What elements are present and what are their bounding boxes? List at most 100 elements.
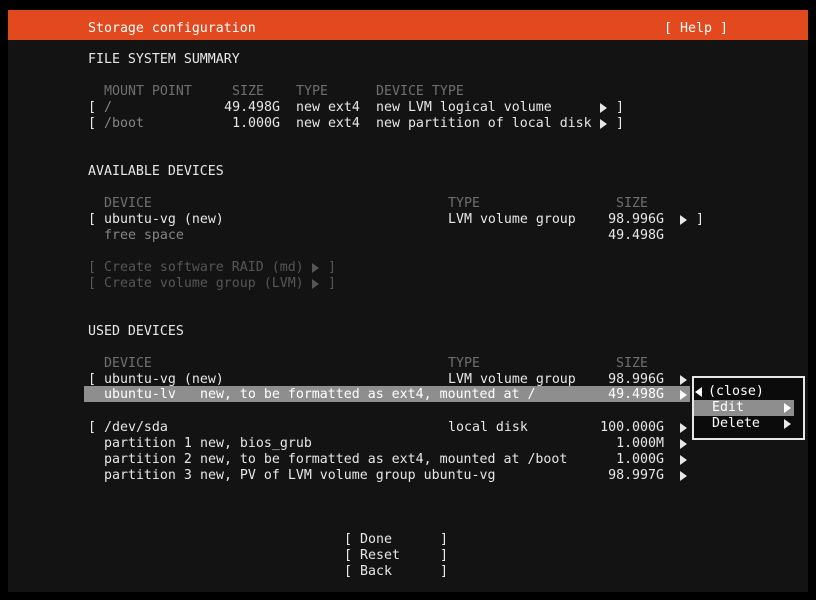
bracket-open: [: [88, 276, 96, 292]
menu-item-close[interactable]: (close): [694, 384, 794, 400]
bracket-close: ]: [440, 564, 448, 580]
back-button[interactable]: [ Back ]: [344, 564, 448, 580]
available-header-row: DEVICE TYPE SIZE: [0, 196, 816, 212]
section-title-fs-summary: FILE SYSTEM SUMMARY: [88, 52, 240, 68]
column-header-size: SIZE: [616, 356, 648, 372]
menu-item-edit[interactable]: Edit: [694, 400, 794, 416]
column-header-type: TYPE: [448, 196, 480, 212]
size-cell: 49.498G: [584, 387, 664, 403]
bracket-close: ]: [616, 100, 624, 116]
bracket-close: ]: [328, 276, 336, 292]
back-button-label: Back: [360, 564, 392, 580]
mount-point: /: [104, 100, 112, 116]
device-cell: ubuntu-vg (new): [104, 212, 224, 228]
bracket-close: ]: [440, 548, 448, 564]
expand-arrow-icon: [680, 390, 687, 400]
fs-row-root[interactable]: [ / 49.498G new ext4 new LVM logical vol…: [0, 100, 816, 116]
done-button-label: Done: [360, 532, 392, 548]
column-header-size: SIZE: [232, 84, 264, 100]
expand-arrow-icon: [680, 439, 687, 449]
expand-arrow-icon: [680, 375, 687, 385]
size-cell: 1.000G: [584, 452, 664, 468]
action-create-raid: [ Create software RAID (md) ]: [0, 260, 816, 276]
fs-summary-header-row: MOUNT POINT SIZE TYPE DEVICE TYPE: [0, 84, 816, 100]
description-cell: new, to be formatted as ext4, mounted at…: [200, 387, 535, 403]
available-row-free-space[interactable]: free space 49.498G: [0, 228, 816, 244]
menu-item-delete[interactable]: Delete: [694, 416, 794, 432]
page-title: Storage configuration: [88, 21, 256, 37]
expand-arrow-icon: [680, 471, 687, 481]
size-cell: 100.000G: [584, 420, 664, 436]
size-cell: 98.996G: [584, 212, 664, 228]
column-header-device: DEVICE: [104, 356, 152, 372]
submenu-arrow-icon: [784, 419, 791, 429]
bracket-open: [: [88, 420, 96, 436]
used-row-partition-2[interactable]: partition 2 new, to be formatted as ext4…: [0, 452, 816, 468]
bracket-close: ]: [720, 21, 728, 37]
bracket-close: ]: [696, 212, 704, 228]
bracket-open: [: [88, 100, 96, 116]
expand-arrow-icon: [600, 103, 607, 113]
size-cell: 98.997G: [584, 468, 664, 484]
fs-row-boot[interactable]: [ /boot 1.000G new ext4 new partition of…: [0, 116, 816, 132]
device-type-cell: new LVM logical volume: [376, 100, 552, 116]
reset-button-label: Reset: [360, 548, 400, 564]
bracket-open: [: [664, 21, 672, 37]
bracket-open: [: [88, 116, 96, 132]
bracket-open: [: [344, 564, 352, 580]
type-cell: LVM volume group: [448, 212, 576, 228]
menu-item-label: (close): [708, 384, 764, 400]
used-header-row: DEVICE TYPE SIZE: [0, 356, 816, 372]
column-header-device-type: DEVICE TYPE: [376, 84, 464, 100]
device-cell: /dev/sda: [104, 420, 168, 436]
help-button-label: Help: [680, 21, 712, 37]
device-cell: partition 2: [104, 452, 192, 468]
action-create-lvm: [ Create volume group (LVM) ]: [0, 276, 816, 292]
column-header-type: TYPE: [448, 356, 480, 372]
help-button[interactable]: [ Help ]: [664, 21, 728, 37]
menu-item-label: Edit: [712, 400, 744, 416]
installer-window: Storage configuration [ Help ] FILE SYST…: [0, 0, 816, 600]
bracket-open: [: [88, 260, 96, 276]
expand-arrow-icon: [680, 215, 687, 225]
type-cell: new ext4: [296, 100, 360, 116]
expand-arrow-icon: [680, 455, 687, 465]
type-cell: local disk: [448, 420, 528, 436]
bracket-close: ]: [328, 260, 336, 276]
device-cell: ubuntu-lv: [104, 387, 176, 403]
description-cell: new, PV of LVM volume group ubuntu-vg: [200, 468, 496, 484]
description-cell: new, to be formatted as ext4, mounted at…: [200, 452, 567, 468]
column-header-size: SIZE: [616, 196, 648, 212]
column-header-type: TYPE: [296, 84, 328, 100]
action-label: Create software RAID (md): [104, 260, 304, 276]
used-row-partition-3[interactable]: partition 3 new, PV of LVM volume group …: [0, 468, 816, 484]
description-cell: new, bios_grub: [200, 436, 312, 452]
submenu-arrow-icon: [784, 403, 791, 413]
column-header-mount-point: MOUNT POINT: [104, 84, 192, 100]
expand-arrow-icon: [680, 423, 687, 433]
bracket-close: ]: [440, 532, 448, 548]
bracket-open: [: [344, 548, 352, 564]
expand-arrow-icon: [312, 263, 319, 273]
bracket-open: [: [88, 212, 96, 228]
type-cell: new ext4: [296, 116, 360, 132]
device-cell: partition 1: [104, 436, 192, 452]
size-cell: 49.498G: [200, 100, 280, 116]
free-space-label: free space: [104, 228, 184, 244]
device-type-cell: new partition of local disk: [376, 116, 592, 132]
section-title-available-devices: AVAILABLE DEVICES: [88, 164, 224, 180]
size-cell: 1.000M: [584, 436, 664, 452]
device-cell: partition 3: [104, 468, 192, 484]
size-cell: 49.498G: [584, 228, 664, 244]
menu-item-label: Delete: [712, 416, 760, 432]
done-button[interactable]: [ Done ]: [344, 532, 448, 548]
action-label: Create volume group (LVM): [104, 276, 304, 292]
size-cell: 1.000G: [200, 116, 280, 132]
close-arrow-icon: [695, 387, 702, 397]
column-header-device: DEVICE: [104, 196, 152, 212]
bracket-open: [: [344, 532, 352, 548]
reset-button[interactable]: [ Reset ]: [344, 548, 448, 564]
expand-arrow-icon: [600, 119, 607, 129]
available-row-ubuntu-vg[interactable]: [ ubuntu-vg (new) LVM volume group 98.99…: [0, 212, 816, 228]
bracket-close: ]: [616, 116, 624, 132]
